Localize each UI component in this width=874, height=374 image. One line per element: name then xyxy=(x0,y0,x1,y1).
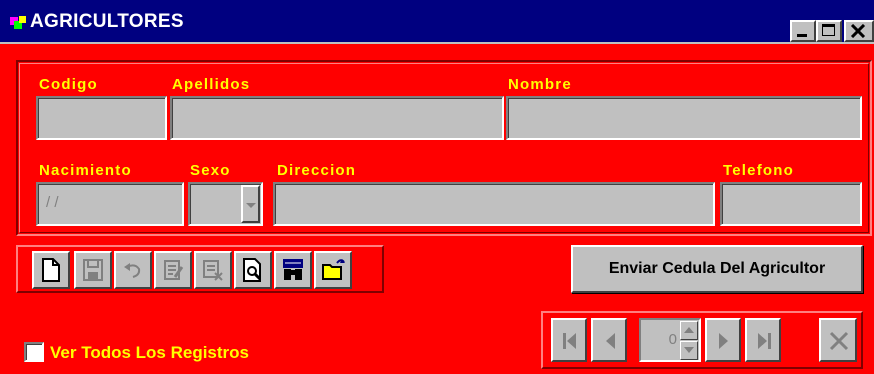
close-icon xyxy=(850,24,866,38)
chevron-down-icon xyxy=(684,347,694,353)
preview-button[interactable] xyxy=(234,251,272,289)
new-icon xyxy=(42,258,60,282)
ver-todos-checkbox[interactable] xyxy=(24,342,44,362)
app-icon xyxy=(10,16,26,29)
save-icon xyxy=(83,259,103,281)
close-navigator-button[interactable] xyxy=(819,318,857,362)
sexo-dropdown-button[interactable] xyxy=(241,185,260,223)
spin-down-button[interactable] xyxy=(680,341,698,360)
sexo-combo[interactable] xyxy=(188,182,263,226)
first-record-button[interactable] xyxy=(551,318,587,362)
new-record-button[interactable] xyxy=(32,251,70,289)
chevron-down-icon xyxy=(246,203,256,208)
previous-record-button[interactable] xyxy=(591,318,627,362)
chevron-up-icon xyxy=(684,327,694,333)
spin-up-button[interactable] xyxy=(680,321,698,340)
nacimiento-field[interactable]: / / xyxy=(36,182,184,226)
preview-icon xyxy=(243,258,262,282)
delete-button[interactable] xyxy=(194,251,232,289)
open-folder-icon xyxy=(322,259,345,280)
agricultores-window: AGRICULTORES Codigo Apellidos Nombre Nac… xyxy=(0,0,874,374)
sexo-label: Sexo xyxy=(190,162,231,179)
next-record-button[interactable] xyxy=(705,318,741,362)
minimize-button[interactable] xyxy=(790,20,816,42)
maximize-button[interactable] xyxy=(816,20,842,42)
maximize-icon xyxy=(822,24,835,36)
telefono-field[interactable] xyxy=(720,182,862,226)
open-button[interactable] xyxy=(314,251,352,289)
close-window-button[interactable] xyxy=(844,20,874,42)
record-number: 0 xyxy=(668,331,677,348)
find-icon xyxy=(283,259,303,280)
edit-button[interactable] xyxy=(154,251,192,289)
record-toolbar xyxy=(16,245,384,293)
minimize-icon xyxy=(797,34,807,37)
codigo-field[interactable] xyxy=(36,96,167,140)
record-number-field[interactable]: 0 xyxy=(639,318,701,362)
window-title: AGRICULTORES xyxy=(30,11,184,32)
undo-icon xyxy=(124,263,141,278)
codigo-label: Codigo xyxy=(39,76,98,93)
telefono-label: Telefono xyxy=(723,162,794,179)
nombre-label: Nombre xyxy=(508,76,572,93)
next-record-icon xyxy=(719,333,728,349)
close-icon xyxy=(829,331,849,351)
edit-icon xyxy=(164,260,184,280)
ver-todos-label: Ver Todos Los Registros xyxy=(50,343,250,362)
apellidos-field[interactable] xyxy=(170,96,504,140)
save-button[interactable] xyxy=(74,251,112,289)
first-record-icon xyxy=(563,333,576,349)
enviar-cedula-button[interactable]: Enviar Cedula Del Agricultor xyxy=(571,245,863,293)
last-record-icon xyxy=(758,333,771,349)
direccion-label: Direccion xyxy=(277,162,357,179)
delete-icon xyxy=(203,260,223,281)
previous-record-icon xyxy=(606,333,615,349)
direccion-field[interactable] xyxy=(273,182,715,226)
title-bar[interactable]: AGRICULTORES xyxy=(0,0,874,44)
apellidos-label: Apellidos xyxy=(172,76,251,93)
find-button[interactable] xyxy=(274,251,312,289)
undo-button[interactable] xyxy=(114,251,152,289)
record-navigator: 0 xyxy=(541,311,863,369)
last-record-button[interactable] xyxy=(745,318,781,362)
nombre-field[interactable] xyxy=(506,96,862,140)
nacimiento-label: Nacimiento xyxy=(39,162,132,179)
